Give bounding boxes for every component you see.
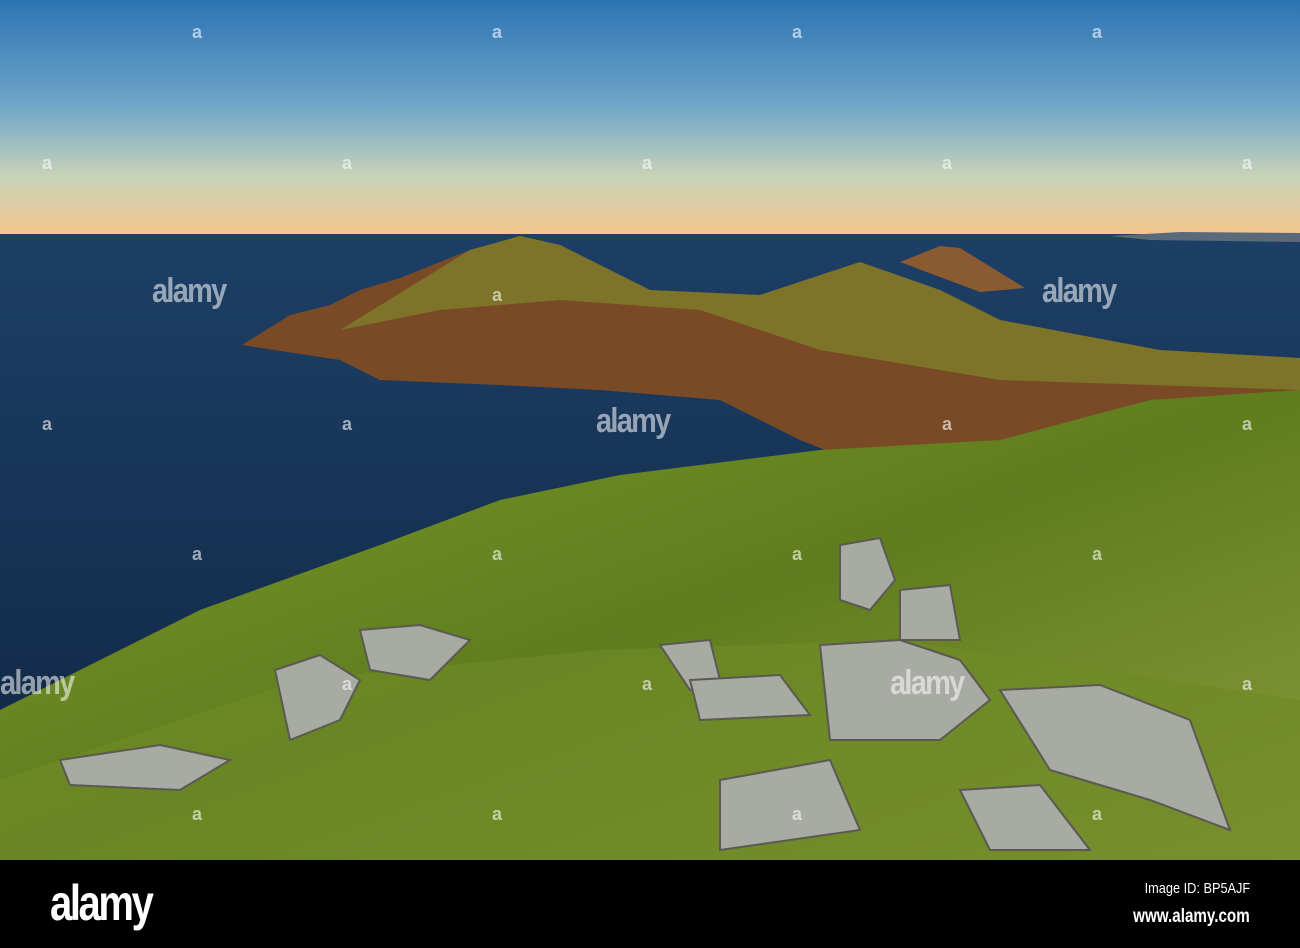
watermark-mark: a	[642, 153, 653, 173]
watermark-text: alamy	[152, 272, 227, 310]
watermark-mark: a	[192, 804, 203, 824]
site-url: www.alamy.com	[1133, 906, 1250, 927]
watermark-mark: a	[1092, 544, 1103, 564]
watermark-mark: a	[492, 544, 503, 564]
image-id: Image ID: BP5AJF	[1144, 880, 1250, 897]
watermark-mark: a	[642, 674, 653, 694]
watermark-mark: a	[942, 414, 953, 434]
watermark-mark: a	[342, 674, 353, 694]
watermark-mark: a	[492, 804, 503, 824]
watermark-mark: a	[192, 22, 203, 42]
watermark-text: alamy	[890, 664, 965, 702]
watermark-mark: a	[492, 22, 503, 42]
alamy-logo: alamy	[50, 875, 154, 931]
watermark-mark: a	[42, 153, 53, 173]
watermark-mark: a	[1242, 414, 1253, 434]
watermark-mark: a	[1242, 153, 1253, 173]
watermark-mark: a	[42, 414, 53, 434]
watermark-mark: a	[1092, 22, 1103, 42]
watermark-mark: a	[792, 544, 803, 564]
watermark-mark: a	[492, 285, 503, 305]
watermark-mark: a	[1242, 674, 1253, 694]
watermark-text: alamy	[596, 402, 671, 440]
watermark-text: alamy	[1042, 272, 1117, 310]
watermark-mark: a	[192, 544, 203, 564]
watermark-mark: a	[342, 414, 353, 434]
watermark-mark: a	[942, 153, 953, 173]
watermark-mark: a	[792, 804, 803, 824]
watermark-mark: a	[792, 22, 803, 42]
watermark-mark: a	[1092, 804, 1103, 824]
footer-bar: alamy Image ID: BP5AJF www.alamy.com	[0, 860, 1300, 948]
watermark-mark: a	[342, 153, 353, 173]
watermark-text: alamy	[0, 664, 75, 702]
